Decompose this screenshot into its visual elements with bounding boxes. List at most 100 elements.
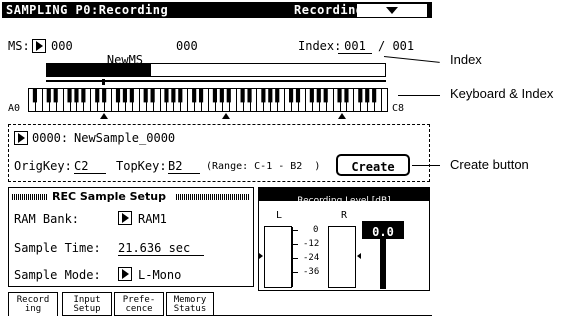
index-current[interactable]: 001 [338,39,372,54]
keyboard-callout-line [398,95,440,96]
ms-suffix: 000 [176,39,198,53]
header-hatch-left [12,194,48,200]
tab-recording[interactable]: Record ing [8,292,58,316]
tab-preference[interactable]: Prefe- cence [114,292,164,316]
tab-bar: Record ing Input Setup Prefe- cence Memo… [0,292,434,316]
keyboard-graphic [28,88,388,112]
top-key-marker [338,113,346,119]
black-key [344,88,349,103]
sample-number: 0000: [32,131,69,145]
black-key [164,88,169,103]
black-key [268,88,273,103]
page-menu-button[interactable] [357,4,427,17]
scale-mark-36: -36 [303,267,320,277]
black-key [53,88,58,103]
scale-mark-24: -24 [303,253,320,263]
keyboard-low-label: A0 [8,103,21,114]
black-key [81,88,86,103]
tab-memory-status[interactable]: Memory Status [166,292,214,316]
keyboard-high-label: C8 [392,103,405,114]
black-key [309,88,314,103]
keyboard[interactable] [28,88,388,112]
black-key [358,88,363,103]
black-key [143,88,148,103]
level-value-box[interactable]: 0.0 [362,221,404,239]
black-key [226,88,231,103]
black-key [337,88,342,103]
meter-right [328,226,356,288]
scale-tick [292,230,298,231]
ram-bank-button[interactable] [118,211,132,225]
black-key [247,88,252,103]
black-key [316,88,321,103]
black-key [192,88,197,103]
lcd-screen: SAMPLING P0:Recording Recording MS: 000 … [0,0,434,316]
black-key [150,88,155,103]
black-key [178,88,183,103]
black-key [122,88,127,103]
meter-left-label: L [276,210,283,221]
play-icon [36,41,43,51]
black-key [289,88,294,103]
tab-input-setup-line2: Setup [73,304,101,314]
black-key [275,88,280,103]
header-hatch-right [176,194,250,200]
recording-level-title: Recording Level [dB] [297,196,391,206]
sample-time-label: Sample Time: [14,241,101,255]
black-key [74,88,79,103]
black-key [199,88,204,103]
sample-time-value[interactable]: 21.636 sec [118,241,204,256]
range-text: (Range: C-1 - B2 ) [206,161,321,172]
ram-bank-value: RAM1 [138,212,167,226]
create-button[interactable]: Create [336,154,410,176]
topkey-value[interactable]: B2 [168,159,200,174]
tab-input-setup[interactable]: Input Setup [62,292,112,316]
black-key [372,88,377,103]
meter-left-peak-icon [259,253,263,259]
index-label: Index: [298,39,342,53]
index-total: / 001 [378,39,415,53]
mode-label: Recording [294,3,364,17]
black-key [129,88,134,103]
black-key [115,88,121,103]
recording-level-header: Recording Level [dB] [259,188,429,206]
scale-line [292,227,293,287]
tab-preference-line2: cence [125,304,153,314]
sample-select-button[interactable] [14,131,28,145]
black-key [32,88,37,103]
play-icon [122,269,129,279]
keyboard-callout: Keyboard & Index [450,86,554,101]
ram-bank-label: RAM Bank: [14,212,80,226]
create-callout: Create button [450,157,529,172]
play-icon [18,133,25,143]
index-bar[interactable] [46,63,386,77]
index-bar-marker [102,79,105,85]
ms-number: 000 [51,39,73,53]
chevron-down-icon [386,7,398,14]
black-key [295,88,301,103]
level-slider[interactable] [380,239,386,289]
black-key [95,88,100,103]
sample-mode-button[interactable] [118,267,132,281]
black-key [46,88,51,103]
black-key [67,88,72,103]
meter-right-peak-icon [357,253,361,259]
page-title: SAMPLING P0:Recording [6,3,169,17]
black-key [219,88,224,103]
scale-mark-0: 0 [313,225,319,235]
topkey-label: TopKey: [116,159,167,173]
tab-recording-line2: ing [24,304,42,314]
sample-mode-value: L-Mono [138,268,182,282]
sample-name: NewSample_0000 [74,131,176,145]
black-key [171,88,176,103]
black-key [212,88,217,103]
scale-tick [292,258,298,259]
level-value: 0.0 [372,225,394,239]
origkey-label: OrigKey: [14,159,72,173]
range-marker [222,113,230,119]
title-bar: SAMPLING P0:Recording Recording [2,2,432,18]
black-key [102,88,107,103]
ms-select-button[interactable] [32,39,46,53]
create-button-label: Create [351,160,395,174]
origkey-value[interactable]: C2 [74,159,106,174]
